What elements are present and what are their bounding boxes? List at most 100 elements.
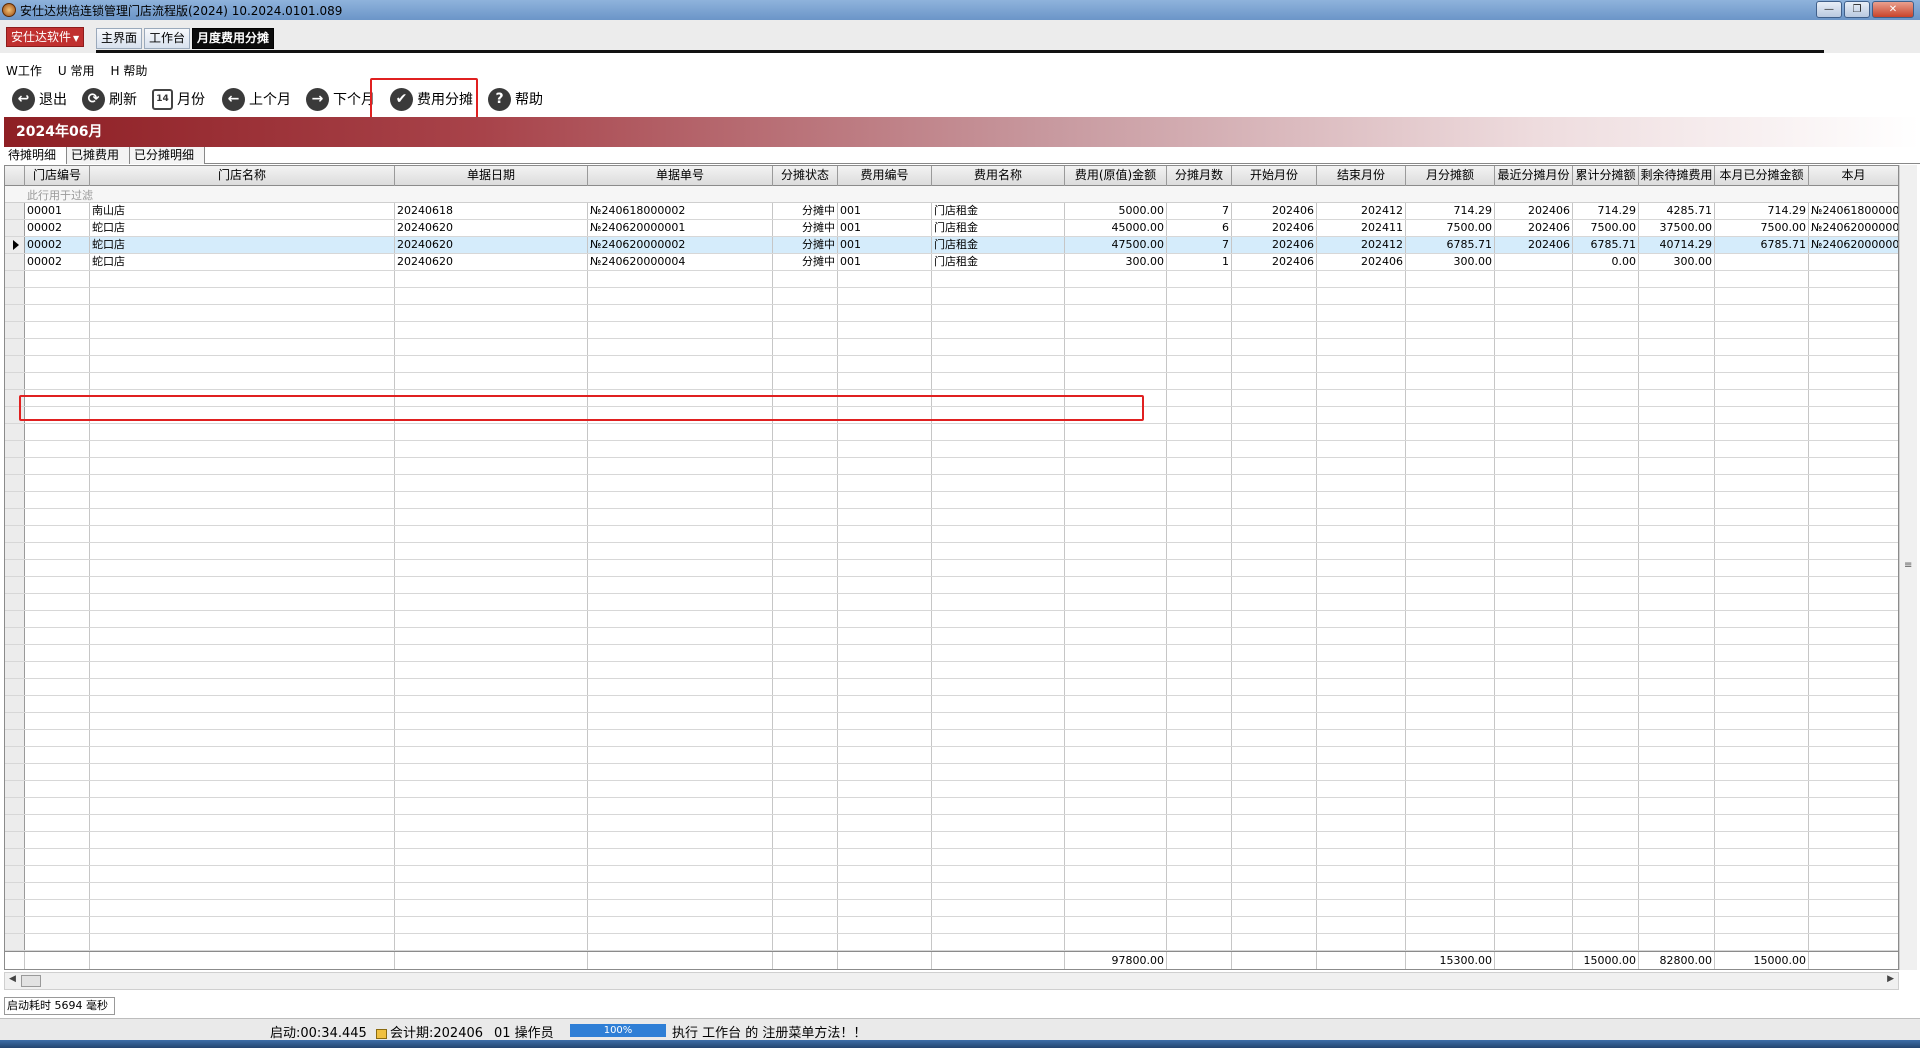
header-accumulated[interactable]: 累计分摊额 — [1573, 166, 1639, 186]
header-original-amount[interactable]: 费用(原值)金额 — [1065, 166, 1167, 186]
cell-store-code[interactable]: 00002 — [25, 254, 90, 270]
header-doc-date[interactable]: 单据日期 — [395, 166, 588, 186]
header-expense-name[interactable]: 费用名称 — [932, 166, 1065, 186]
header-monthly-amount[interactable]: 月分摊额 — [1406, 166, 1495, 186]
cell-this-month-allocated[interactable]: 6785.71 — [1715, 237, 1809, 253]
cell-months[interactable]: 7 — [1167, 203, 1232, 219]
cell-months[interactable]: 1 — [1167, 254, 1232, 270]
cell-allocation-status[interactable]: 分摊中 — [773, 220, 838, 236]
cell-store-name[interactable]: 蛇口店 — [90, 220, 395, 236]
horizontal-scrollbar[interactable]: ◀ ▶ — [4, 972, 1899, 990]
prev-month-button[interactable]: ← 上个月 — [222, 86, 291, 112]
minimize-button[interactable]: — — [1816, 1, 1842, 18]
cell-last-alloc-month[interactable]: 202406 — [1495, 220, 1573, 236]
cell-this-month-allocated[interactable]: 714.29 — [1715, 203, 1809, 219]
row-indicator[interactable] — [5, 203, 25, 219]
data-grid[interactable]: 门店编号 门店名称 单据日期 单据单号 分摊状态 费用编号 费用名称 费用(原值)金额 分摊月数… — [4, 165, 1899, 970]
table-row[interactable]: 00002 蛇口店 20240620 №240620000002 分摊中 001 门店租金 4… — [5, 237, 1898, 254]
cell-allocation-status[interactable]: 分摊中 — [773, 254, 838, 270]
vertical-scrollbar[interactable]: ≡ — [1899, 165, 1917, 970]
cell-this-month[interactable]: №240618000005 — [1809, 203, 1898, 219]
header-start-month[interactable]: 开始月份 — [1232, 166, 1317, 186]
help-button[interactable]: ? 帮助 — [488, 86, 543, 112]
scroll-left-icon[interactable]: ◀ — [9, 974, 16, 984]
header-doc-number[interactable]: 单据单号 — [588, 166, 773, 186]
cell-doc-date[interactable]: 20240620 — [395, 254, 588, 270]
cell-allocation-status[interactable]: 分摊中 — [773, 237, 838, 253]
cell-months[interactable]: 7 — [1167, 237, 1232, 253]
tab-allocated-expenses[interactable]: 已摊费用 — [67, 147, 131, 164]
cell-store-name[interactable]: 蛇口店 — [90, 237, 395, 253]
header-this-month-allocated[interactable]: 本月已分摊金额 — [1715, 166, 1809, 186]
tab-pending-details[interactable]: 待摊明细 — [4, 147, 68, 164]
cell-expense-code[interactable]: 001 — [838, 237, 932, 253]
header-months[interactable]: 分摊月数 — [1167, 166, 1232, 186]
header-last-alloc-month[interactable]: 最近分摊月份 — [1495, 166, 1573, 186]
cell-this-month[interactable]: №240620000001 — [1809, 220, 1898, 236]
exit-button[interactable]: ↩ 退出 — [12, 86, 67, 112]
scroll-right-icon[interactable]: ▶ — [1887, 974, 1894, 984]
header-expense-code[interactable]: 费用编号 — [838, 166, 932, 186]
row-indicator[interactable] — [5, 237, 25, 253]
cell-monthly-amount[interactable]: 7500.00 — [1406, 220, 1495, 236]
cell-monthly-amount[interactable]: 6785.71 — [1406, 237, 1495, 253]
filter-row[interactable]: 此行用于过滤 — [5, 186, 1898, 203]
cell-remaining[interactable]: 4285.71 — [1639, 203, 1715, 219]
cell-store-name[interactable]: 蛇口店 — [90, 254, 395, 270]
cell-doc-date[interactable]: 20240618 — [395, 203, 588, 219]
tab-workbench[interactable]: 工作台 — [144, 28, 191, 49]
cell-remaining[interactable]: 37500.00 — [1639, 220, 1715, 236]
cell-doc-date[interactable]: 20240620 — [395, 237, 588, 253]
refresh-button[interactable]: ⟳ 刷新 — [82, 86, 137, 112]
cell-start-month[interactable]: 202406 — [1232, 220, 1317, 236]
cell-accumulated[interactable]: 0.00 — [1573, 254, 1639, 270]
cell-original-amount[interactable]: 5000.00 — [1065, 203, 1167, 219]
cell-store-code[interactable]: 00001 — [25, 203, 90, 219]
cell-start-month[interactable]: 202406 — [1232, 203, 1317, 219]
cell-original-amount[interactable]: 47500.00 — [1065, 237, 1167, 253]
cell-expense-name[interactable]: 门店租金 — [932, 203, 1065, 219]
cell-last-alloc-month[interactable] — [1495, 254, 1573, 270]
cell-doc-number[interactable]: №240620000002 — [588, 237, 773, 253]
tab-allocated-details[interactable]: 已分摊明细 — [130, 147, 206, 164]
month-button[interactable]: 14 月份 — [152, 86, 205, 112]
cell-doc-number[interactable]: №240620000001 — [588, 220, 773, 236]
header-store-name[interactable]: 门店名称 — [90, 166, 395, 186]
header-remaining[interactable]: 剩余待摊费用 — [1639, 166, 1715, 186]
cell-accumulated[interactable]: 7500.00 — [1573, 220, 1639, 236]
cell-this-month-allocated[interactable] — [1715, 254, 1809, 270]
cell-original-amount[interactable]: 300.00 — [1065, 254, 1167, 270]
header-store-code[interactable]: 门店编号 — [25, 166, 90, 186]
cell-last-alloc-month[interactable]: 202406 — [1495, 203, 1573, 219]
menu-help[interactable]: H 帮助 — [110, 62, 147, 79]
cell-this-month[interactable]: №240620000002 — [1809, 237, 1898, 253]
cell-this-month-allocated[interactable]: 7500.00 — [1715, 220, 1809, 236]
cell-start-month[interactable]: 202406 — [1232, 254, 1317, 270]
cell-doc-number[interactable]: №240620000004 — [588, 254, 773, 270]
row-indicator[interactable] — [5, 220, 25, 236]
cell-expense-name[interactable]: 门店租金 — [932, 254, 1065, 270]
cell-store-name[interactable]: 南山店 — [90, 203, 395, 219]
table-row[interactable]: 00001 南山店 20240618 №240618000002 分摊中 001 门店租金 5… — [5, 203, 1898, 220]
header-end-month[interactable]: 结束月份 — [1317, 166, 1406, 186]
header-allocation-status[interactable]: 分摊状态 — [773, 166, 838, 186]
cell-original-amount[interactable]: 45000.00 — [1065, 220, 1167, 236]
cell-expense-code[interactable]: 001 — [838, 254, 932, 270]
cell-last-alloc-month[interactable]: 202406 — [1495, 237, 1573, 253]
cell-monthly-amount[interactable]: 714.29 — [1406, 203, 1495, 219]
header-this-month[interactable]: 本月 — [1809, 166, 1898, 186]
close-button[interactable]: ✕ — [1872, 1, 1914, 18]
menu-work[interactable]: W工作 — [6, 62, 42, 79]
maximize-button[interactable]: ❐ — [1844, 1, 1870, 18]
cell-accumulated[interactable]: 6785.71 — [1573, 237, 1639, 253]
tab-main[interactable]: 主界面 — [96, 28, 143, 49]
brand-menu-button[interactable]: 安仕达软件 ▼ — [6, 27, 85, 47]
cell-start-month[interactable]: 202406 — [1232, 237, 1317, 253]
cell-doc-number[interactable]: №240618000002 — [588, 203, 773, 219]
cell-doc-date[interactable]: 20240620 — [395, 220, 588, 236]
cell-expense-code[interactable]: 001 — [838, 203, 932, 219]
cell-months[interactable]: 6 — [1167, 220, 1232, 236]
cell-remaining[interactable]: 300.00 — [1639, 254, 1715, 270]
cell-end-month[interactable]: 202412 — [1317, 203, 1406, 219]
row-indicator[interactable] — [5, 254, 25, 270]
